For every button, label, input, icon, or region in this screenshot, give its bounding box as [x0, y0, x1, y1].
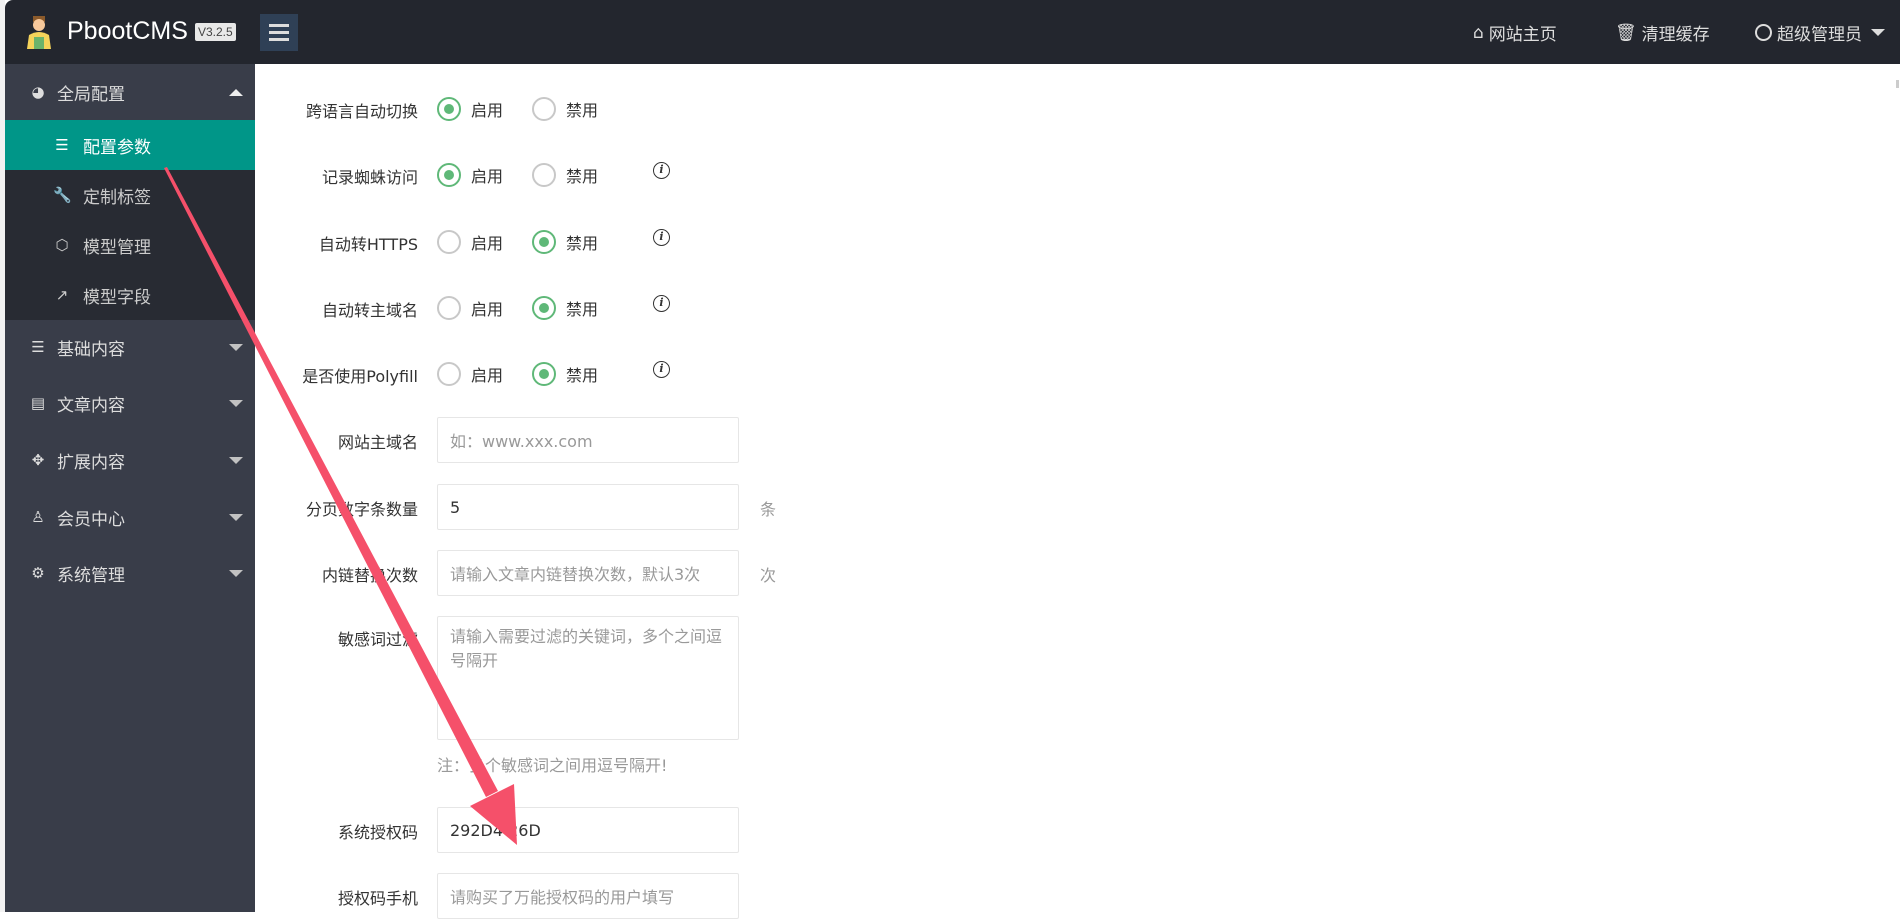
radio-circle: [532, 163, 556, 187]
sliders-icon: ☰: [31, 338, 45, 356]
home-icon: ⌂: [1473, 22, 1484, 43]
link-replace-input[interactable]: 请输入文章内链替换次数，默认3次: [437, 550, 739, 596]
sidebar-group-global-config[interactable]: ◕ 全局配置: [5, 64, 255, 120]
radio-disable[interactable]: 禁用: [532, 362, 598, 386]
nav-home[interactable]: ⌂ 网站主页: [1473, 20, 1557, 46]
radio-enable[interactable]: 启用: [437, 230, 503, 254]
radio-circle: [437, 296, 461, 320]
caret-down-icon: [229, 456, 243, 464]
caret-down-icon: [229, 513, 243, 521]
radio-enable[interactable]: 启用: [437, 362, 503, 386]
license-phone-input[interactable]: 请购买了万能授权码的用户填写: [437, 873, 739, 919]
sidebar-group-system-manage[interactable]: ⚙ 系统管理: [5, 545, 255, 601]
nav-clear-cache[interactable]: 🗑 清理缓存: [1615, 20, 1710, 46]
caret-up-icon: [229, 88, 243, 96]
sidebar-group-article-content[interactable]: ▤ 文章内容: [5, 375, 255, 431]
radio-disable[interactable]: 禁用: [532, 163, 598, 187]
domain-input[interactable]: 如：www.xxx.com: [437, 417, 739, 463]
radio-circle: [532, 296, 556, 320]
sensitive-words-textarea[interactable]: 请输入需要过滤的关键词，多个之间逗号隔开: [437, 616, 739, 740]
sidebar-group-extend-content[interactable]: ✥ 扩展内容: [5, 432, 255, 488]
sidebar-item-custom-tags[interactable]: 🔧 定制标签: [5, 170, 255, 220]
license-input[interactable]: 292D4 26D: [437, 807, 739, 853]
globe-icon: ◕: [31, 83, 45, 101]
radio-circle: [437, 163, 461, 187]
caret-down-icon: [229, 569, 243, 577]
sidebar-submenu: ☰ 配置参数 🔧 定制标签 ⬡ 模型管理 ↗ 模型字段: [5, 120, 255, 320]
codepen-icon: ⬡: [55, 236, 69, 254]
radio-disable[interactable]: 禁用: [532, 296, 598, 320]
nav-admin-user[interactable]: 超级管理员: [1755, 20, 1885, 45]
scrollbar[interactable]: [1896, 80, 1899, 88]
radio-enable[interactable]: 启用: [437, 163, 503, 187]
setting-label: 跨语言自动切换: [305, 102, 418, 121]
sidebar-item-config-params[interactable]: ☰ 配置参数: [5, 120, 255, 170]
config-form: 跨语言自动切换 启用 禁用 记录蜘蛛访问 启用 禁用 i 自动转HTTPS 启用 禁用 i 自动转主域…: [255, 64, 1900, 919]
logo-icon: [27, 16, 51, 49]
caret-down-icon: [229, 343, 243, 351]
sidebar-item-model-fields[interactable]: ↗ 模型字段: [5, 270, 255, 320]
gear-icon: ⚙: [31, 564, 45, 582]
radio-disable[interactable]: 禁用: [532, 230, 598, 254]
user-icon: ♙: [31, 508, 45, 526]
top-header: PbootCMS V3.2.5 ⌂ 网站主页 🗑 清理缓存 超级管理员: [5, 0, 1900, 64]
file-text-icon: ▤: [30, 394, 46, 412]
caret-down-icon: [1871, 29, 1885, 36]
sidebar-group-member-center[interactable]: ♙ 会员中心: [5, 489, 255, 545]
trash-icon: 🗑: [1615, 22, 1637, 43]
setting-label: 是否使用Polyfill: [302, 367, 418, 386]
radio-enable[interactable]: 启用: [437, 97, 503, 121]
sidebar-item-model-manage[interactable]: ⬡ 模型管理: [5, 220, 255, 270]
external-link-icon: ↗: [55, 286, 69, 304]
caret-down-icon: [229, 399, 243, 407]
menu-toggle-button[interactable]: [260, 14, 298, 51]
sensitive-note: 注：多个敏感词之间用逗号隔开!: [437, 756, 668, 775]
sidebar-group-basic-content[interactable]: ☰ 基础内容: [5, 319, 255, 375]
radio-enable[interactable]: 启用: [437, 296, 503, 320]
version-badge: V3.2.5: [195, 23, 236, 41]
user-circle-icon: [1755, 24, 1772, 41]
radio-circle: [437, 97, 461, 121]
info-icon[interactable]: i: [653, 295, 670, 312]
radio-circle: [437, 230, 461, 254]
radio-circle: [532, 97, 556, 121]
wrench-icon: 🔧: [53, 186, 72, 204]
setting-label: 自动转主域名: [321, 301, 418, 320]
setting-label: 自动转HTTPS: [318, 235, 418, 254]
sidebar: ◕ 全局配置 ☰ 配置参数 🔧 定制标签 ⬡ 模型管理 ↗ 模型字段 ☰ 基础内容 ▤ 文章内…: [5, 64, 255, 912]
radio-circle: [437, 362, 461, 386]
radio-circle: [532, 230, 556, 254]
info-icon[interactable]: i: [653, 361, 670, 378]
expand-icon: ✥: [31, 451, 45, 469]
radio-circle: [532, 362, 556, 386]
info-icon[interactable]: i: [653, 229, 670, 246]
radio-disable[interactable]: 禁用: [532, 97, 598, 121]
setting-label: 记录蜘蛛访问: [321, 168, 418, 187]
page-count-input[interactable]: 5: [437, 484, 739, 530]
sliders-icon: ☰: [55, 136, 69, 154]
info-icon[interactable]: i: [653, 162, 670, 179]
brand-name: PbootCMS: [67, 17, 188, 45]
